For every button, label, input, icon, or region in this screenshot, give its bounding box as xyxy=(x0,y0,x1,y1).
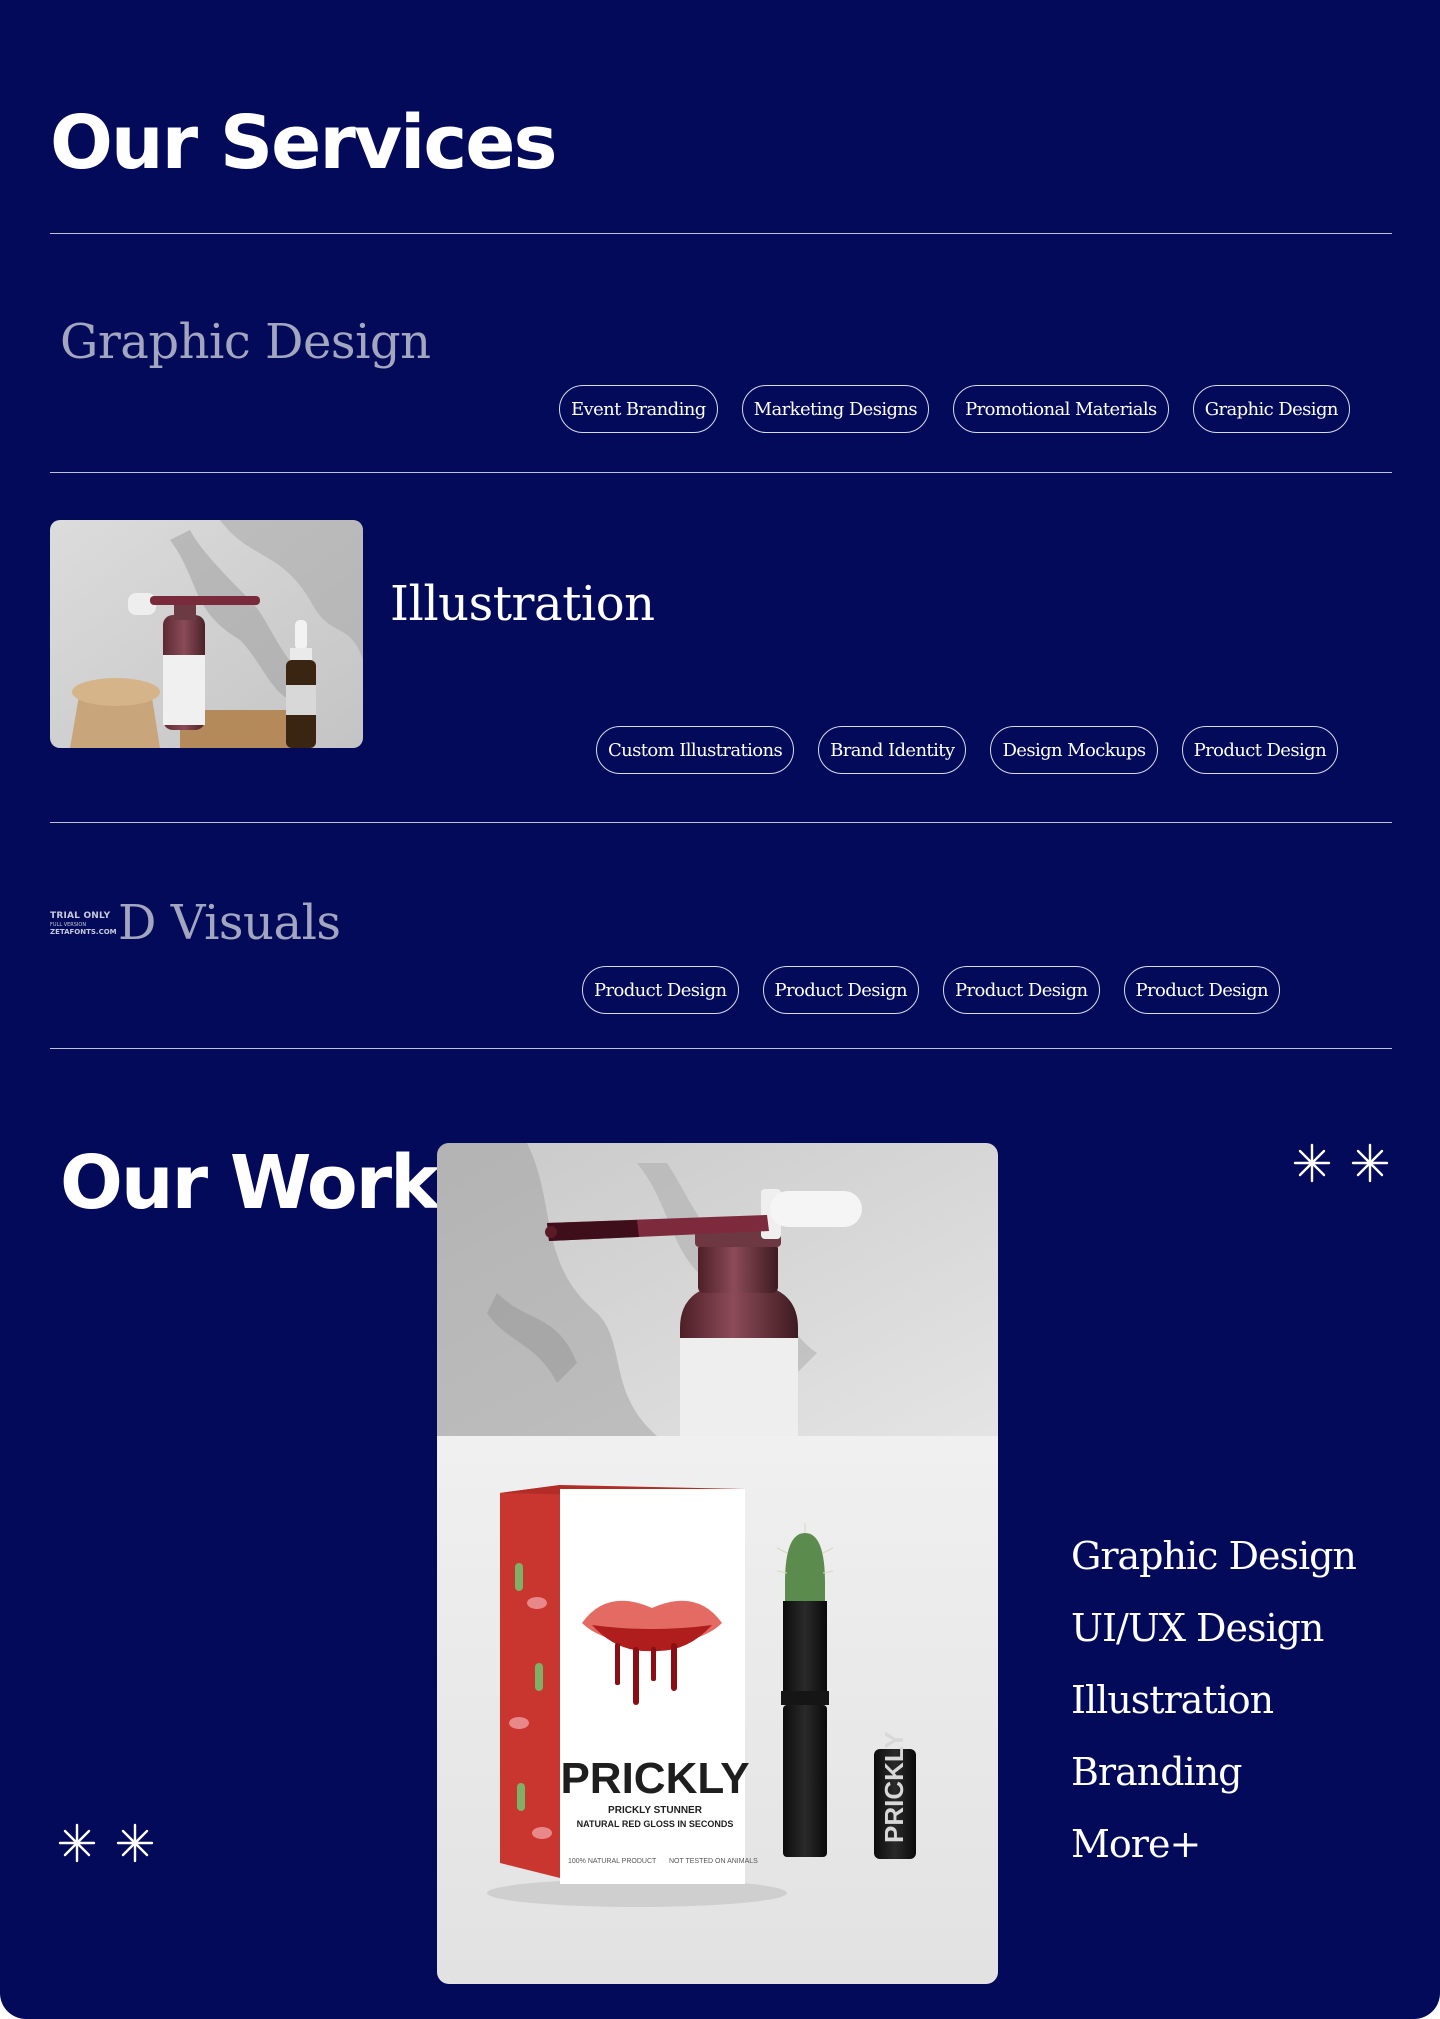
sparkle-decoration-bottom xyxy=(58,1823,154,1863)
service-tags-illustration: Custom Illustrations Brand Identity Desi… xyxy=(596,726,1339,774)
pack-tagline: NATURAL RED GLOSS IN SECONDS xyxy=(577,1819,734,1829)
work-category-branding[interactable]: Branding xyxy=(1071,1736,1356,1808)
tag-promotional-materials[interactable]: Promotional Materials xyxy=(953,385,1169,433)
work-category-list: Graphic Design UI/UX Design Illustration… xyxy=(1071,1520,1357,1880)
sparkle-decoration-top xyxy=(1293,1143,1389,1183)
tag-graphic-design[interactable]: Graphic Design xyxy=(1192,385,1350,433)
tag-product-design[interactable]: Product Design xyxy=(762,966,919,1014)
tag-product-design[interactable]: Product Design xyxy=(1123,966,1280,1014)
work-category-illustration[interactable]: Illustration xyxy=(1071,1664,1356,1736)
sparkle-icon xyxy=(1293,1143,1331,1183)
tag-product-design[interactable]: Product Design xyxy=(943,966,1100,1014)
pack-brand: PRICKLY xyxy=(560,1754,749,1803)
service-tags-3d-visuals: Product Design Product Design Product De… xyxy=(582,966,1280,1014)
tag-product-design[interactable]: Product Design xyxy=(582,966,739,1014)
page: Our Services Graphic Design Event Brandi… xyxy=(0,0,1440,2019)
pack-right-note: NOT TESTED ON ANIMALS xyxy=(669,1858,758,1865)
pack-left-note: 100% NATURAL PRODUCT xyxy=(568,1858,657,1865)
services-heading: Our Services xyxy=(50,100,558,186)
service-title-illustration[interactable]: Illustration xyxy=(390,580,655,628)
service-title-3d-visuals[interactable]: D Visuals xyxy=(118,899,341,947)
sparkle-icon xyxy=(116,1823,154,1863)
tag-brand-identity[interactable]: Brand Identity xyxy=(818,726,967,774)
sparkle-icon xyxy=(1351,1143,1389,1183)
tag-event-branding[interactable]: Event Branding xyxy=(559,385,718,433)
tag-design-mockups[interactable]: Design Mockups xyxy=(990,726,1158,774)
pack-subtitle: PRICKLY STUNNER xyxy=(608,1805,703,1816)
work-category-more[interactable]: More+ xyxy=(1071,1808,1356,1880)
serum-bottles-image xyxy=(50,520,363,748)
work-category-ui-ux-design[interactable]: UI/UX Design xyxy=(1071,1592,1356,1664)
tag-custom-illustrations[interactable]: Custom Illustrations xyxy=(596,726,795,774)
work-showcase-image[interactable]: PRICKLY PRICKLY STUNNER NATURAL RED GLOS… xyxy=(437,1143,998,1984)
service-title-graphic-design[interactable]: Graphic Design xyxy=(60,318,431,366)
work-heading: Our Work xyxy=(60,1140,439,1226)
work-showcase-artwork: PRICKLY PRICKLY STUNNER NATURAL RED GLOS… xyxy=(437,1143,998,1984)
divider xyxy=(50,472,1392,473)
tag-product-design[interactable]: Product Design xyxy=(1181,726,1339,774)
sparkle-icon xyxy=(58,1823,96,1863)
divider xyxy=(50,233,1392,234)
divider xyxy=(50,822,1392,823)
divider xyxy=(50,1048,1392,1049)
service-tags-graphic-design: Event Branding Marketing Designs Promoti… xyxy=(559,385,1350,433)
tag-marketing-designs[interactable]: Marketing Designs xyxy=(741,385,930,433)
illustration-thumbnail[interactable] xyxy=(50,520,363,748)
work-category-graphic-design[interactable]: Graphic Design xyxy=(1071,1520,1357,1592)
tube-label: PRICKLY xyxy=(879,1731,909,1843)
font-trial-watermark: TRIAL ONLY FULL VERSION ZETAFONTS.COM xyxy=(50,911,117,936)
